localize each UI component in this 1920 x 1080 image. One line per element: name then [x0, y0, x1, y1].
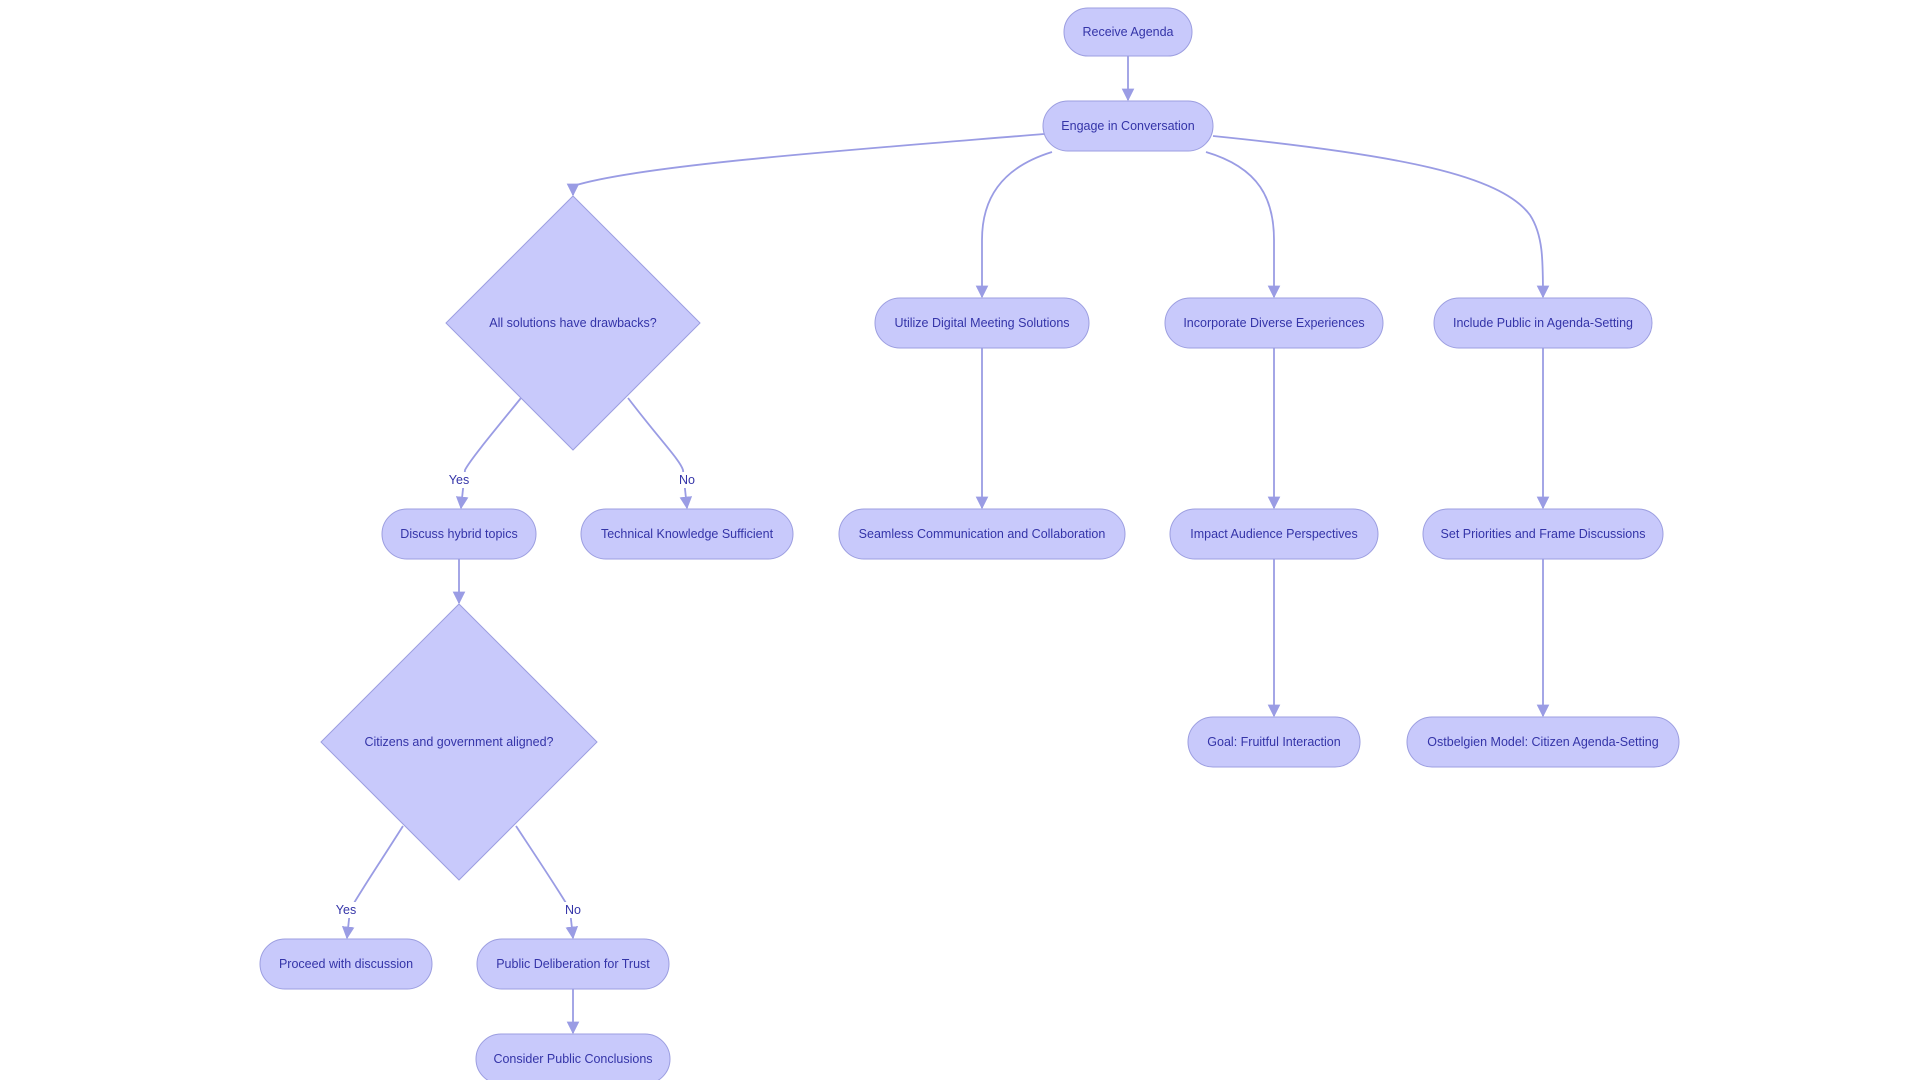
edge-engage-to-drawbacks — [566, 133, 1045, 197]
node-seamless[interactable]: Seamless Communication and Collaboration — [838, 508, 1126, 560]
node-label: Goal: Fruitful Interaction — [1207, 735, 1340, 749]
node-hybrid[interactable]: Discuss hybrid topics — [381, 508, 537, 560]
edge-aligned-to-proceed — [341, 825, 404, 940]
node-digital[interactable]: Utilize Digital Meeting Solutions — [874, 297, 1090, 349]
node-drawbacks[interactable]: All solutions have drawbacks? — [445, 195, 701, 451]
node-label: Discuss hybrid topics — [400, 527, 517, 541]
node-proceed[interactable]: Proceed with discussion — [259, 938, 433, 990]
node-label: Impact Audience Perspectives — [1190, 527, 1357, 541]
edge-label-no: No — [565, 903, 581, 917]
node-deliberation[interactable]: Public Deliberation for Trust — [476, 938, 670, 990]
edge-engage-to-diverse — [1205, 151, 1281, 299]
node-label: Incorporate Diverse Experiences — [1183, 316, 1364, 330]
node-label: Engage in Conversation — [1061, 119, 1194, 133]
node-label: Seamless Communication and Collaboration — [859, 527, 1106, 541]
edge-engage-to-digital — [975, 151, 1053, 299]
edge-label-yes: Yes — [449, 473, 469, 487]
node-label: Public Deliberation for Trust — [496, 957, 650, 971]
node-label: Technical Knowledge Sufficient — [601, 527, 774, 541]
node-priorities[interactable]: Set Priorities and Frame Discussions — [1422, 508, 1664, 560]
node-aligned[interactable]: Citizens and government aligned? — [320, 603, 598, 881]
node-label: Proceed with discussion — [279, 957, 413, 971]
node-receive[interactable]: Receive Agenda — [1063, 7, 1193, 57]
node-label: Set Priorities and Frame Discussions — [1441, 527, 1646, 541]
node-diverse[interactable]: Incorporate Diverse Experiences — [1164, 297, 1384, 349]
node-technical[interactable]: Technical Knowledge Sufficient — [580, 508, 794, 560]
edge-aligned-to-deliberation — [515, 825, 579, 940]
node-label: All solutions have drawbacks? — [489, 316, 656, 330]
node-ostbelgien[interactable]: Ostbelgien Model: Citizen Agenda-Setting — [1406, 716, 1680, 768]
edge-label-yes: Yes — [336, 903, 356, 917]
node-engage[interactable]: Engage in Conversation — [1042, 100, 1214, 152]
node-impact[interactable]: Impact Audience Perspectives — [1169, 508, 1379, 560]
node-label: Utilize Digital Meeting Solutions — [894, 316, 1069, 330]
flowchart: Receive Agenda Engage in Conversation All … — [259, 7, 1680, 1080]
node-label: Citizens and government aligned? — [364, 735, 553, 749]
node-label: Receive Agenda — [1082, 25, 1173, 39]
edge-engage-to-public — [1212, 135, 1550, 299]
edge-drawbacks-to-technical — [627, 397, 693, 510]
node-conclusions[interactable]: Consider Public Conclusions — [475, 1033, 671, 1080]
edge-drawbacks-to-hybrid — [455, 397, 522, 510]
node-public[interactable]: Include Public in Agenda-Setting — [1433, 297, 1653, 349]
node-label: Consider Public Conclusions — [493, 1052, 652, 1066]
edge-label-no: No — [679, 473, 695, 487]
node-goal[interactable]: Goal: Fruitful Interaction — [1187, 716, 1361, 768]
node-label: Include Public in Agenda-Setting — [1453, 316, 1633, 330]
node-label: Ostbelgien Model: Citizen Agenda-Setting — [1427, 735, 1658, 749]
